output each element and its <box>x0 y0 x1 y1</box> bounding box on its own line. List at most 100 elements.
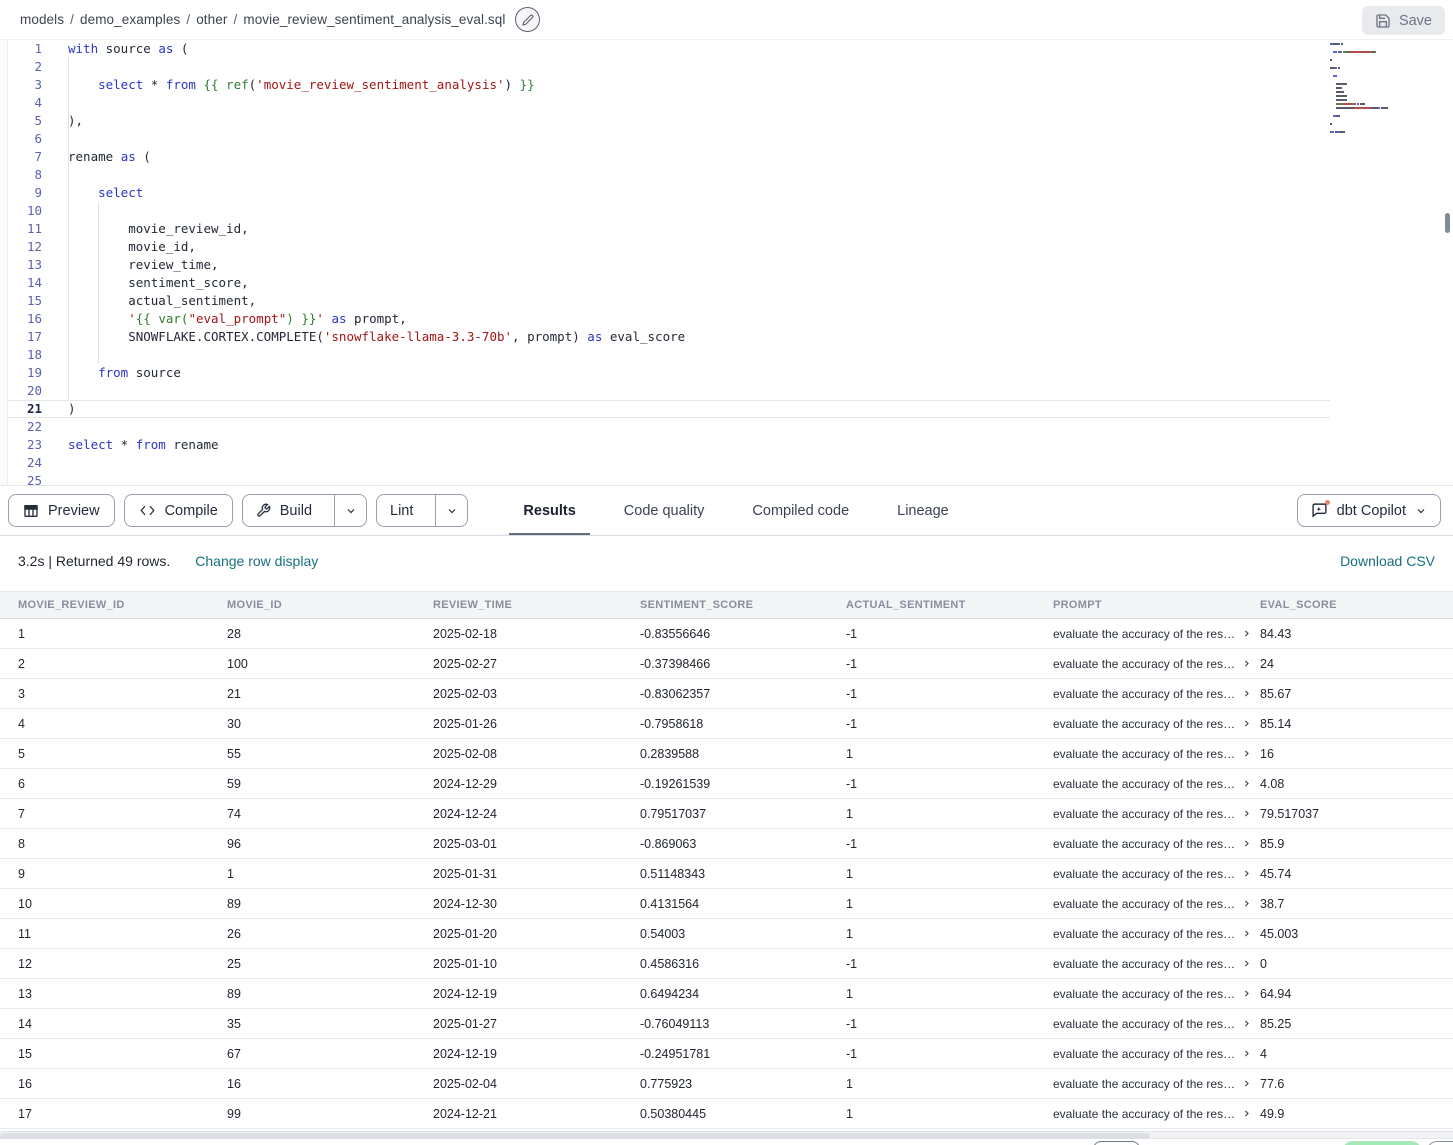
table-row[interactable]: 15672024-12-19-0.24951781-1evaluate the … <box>0 1039 1453 1069</box>
code-line[interactable]: rename as ( <box>68 148 1323 166</box>
code-line[interactable] <box>68 130 1323 148</box>
tab-compiled-code[interactable]: Compiled code <box>728 486 873 536</box>
code-line[interactable]: movie_id, <box>68 238 1323 256</box>
column-header[interactable]: SENTIMENT_SCORE <box>640 599 846 611</box>
compile-button[interactable]: Compile <box>124 494 233 527</box>
table-row[interactable]: 4302025-01-26-0.7958618-1evaluate the ac… <box>0 709 1453 739</box>
tab-lineage[interactable]: Lineage <box>873 486 973 536</box>
expand-prompt-icon[interactable] <box>1242 959 1251 968</box>
column-header[interactable]: EVAL_SCORE <box>1260 599 1453 611</box>
code-line[interactable]: select <box>68 184 1323 202</box>
expand-prompt-icon[interactable] <box>1242 689 1251 698</box>
table-row[interactable]: 13892024-12-190.64942341evaluate the acc… <box>0 979 1453 1009</box>
column-header[interactable]: ACTUAL_SENTIMENT <box>846 599 1053 611</box>
table-row[interactable]: 1282025-02-18-0.83556646-1evaluate the a… <box>0 619 1453 649</box>
expand-prompt-icon[interactable] <box>1242 989 1251 998</box>
code-line[interactable]: ), <box>68 112 1323 130</box>
code-line[interactable]: from source <box>68 364 1323 382</box>
expand-prompt-icon[interactable] <box>1242 629 1251 638</box>
table-row[interactable]: 14352025-01-27-0.76049113-1evaluate the … <box>0 1009 1453 1039</box>
code-line[interactable] <box>68 94 1323 112</box>
horizontal-scrollbar-thumb[interactable] <box>0 1133 1150 1139</box>
code-line[interactable]: with source as ( <box>68 40 1323 58</box>
table-row[interactable]: 12252025-01-100.4586316-1evaluate the ac… <box>0 949 1453 979</box>
lint-button[interactable]: Lint <box>377 495 426 526</box>
code-line[interactable]: SNOWFLAKE.CORTEX.COMPLETE('snowflake-lla… <box>68 328 1323 346</box>
code-line[interactable] <box>68 472 1323 490</box>
change-row-display-link[interactable]: Change row display <box>195 553 318 569</box>
code-line[interactable]: '{{ var("eval_prompt") }}' as prompt, <box>68 310 1323 328</box>
save-label: Save <box>1399 13 1432 29</box>
download-csv-link[interactable]: Download CSV <box>1340 553 1435 569</box>
horizontal-scrollbar[interactable] <box>0 1131 1453 1139</box>
code-line[interactable] <box>68 58 1323 76</box>
editor-scrollbar[interactable] <box>1445 40 1451 485</box>
tab-code-quality[interactable]: Code quality <box>600 486 729 536</box>
code-line[interactable]: ) <box>68 400 1323 418</box>
breadcrumb-segment[interactable]: other <box>196 12 227 27</box>
tab-results[interactable]: Results <box>499 486 599 536</box>
column-header[interactable]: MOVIE_ID <box>227 599 433 611</box>
column-header[interactable]: MOVIE_REVIEW_ID <box>18 599 227 611</box>
table-cell: 89 <box>227 897 433 911</box>
table-row[interactable]: 10892024-12-300.41315641evaluate the acc… <box>0 889 1453 919</box>
expand-prompt-icon[interactable] <box>1242 929 1251 938</box>
code-editor[interactable]: 1234567891011121314151617181920212223242… <box>0 40 1453 485</box>
table-cell: 1 <box>846 867 1053 881</box>
build-button[interactable]: Build <box>243 495 325 526</box>
table-row[interactable]: 6592024-12-29-0.19261539-1evaluate the a… <box>0 769 1453 799</box>
partial-green-button[interactable] <box>1342 1141 1422 1145</box>
expand-prompt-icon[interactable] <box>1242 659 1251 668</box>
code-line[interactable] <box>68 166 1323 184</box>
code-line[interactable]: movie_review_id, <box>68 220 1323 238</box>
save-button[interactable]: Save <box>1362 6 1445 35</box>
build-dropdown-button[interactable] <box>334 495 366 526</box>
table-row[interactable]: 7742024-12-240.795170371evaluate the acc… <box>0 799 1453 829</box>
code-line[interactable] <box>68 454 1323 472</box>
expand-prompt-icon[interactable] <box>1242 1109 1251 1118</box>
column-header[interactable]: REVIEW_TIME <box>433 599 640 611</box>
code-line[interactable] <box>68 382 1323 400</box>
breadcrumb-segment[interactable]: models <box>20 12 64 27</box>
expand-prompt-icon[interactable] <box>1242 749 1251 758</box>
code-line[interactable]: select * from {{ ref('movie_review_senti… <box>68 76 1323 94</box>
expand-prompt-icon[interactable] <box>1242 869 1251 878</box>
expand-prompt-icon[interactable] <box>1242 809 1251 818</box>
table-row[interactable]: 8962025-03-01-0.869063-1evaluate the acc… <box>0 829 1453 859</box>
copilot-chat-icon <box>1311 502 1328 519</box>
table-row[interactable]: 21002025-02-27-0.37398466-1evaluate the … <box>0 649 1453 679</box>
expand-prompt-icon[interactable] <box>1242 719 1251 728</box>
expand-prompt-icon[interactable] <box>1242 1049 1251 1058</box>
code-line[interactable] <box>68 346 1323 364</box>
table-row[interactable]: 3212025-02-03-0.83062357-1evaluate the a… <box>0 679 1453 709</box>
lint-dropdown-button[interactable] <box>435 495 467 526</box>
expand-prompt-icon[interactable] <box>1242 1019 1251 1028</box>
breadcrumb-segment[interactable]: demo_examples <box>80 12 180 27</box>
dbt-copilot-button[interactable]: dbt Copilot <box>1297 494 1441 527</box>
copilot-file-icon[interactable] <box>515 7 540 32</box>
expand-prompt-icon[interactable] <box>1242 779 1251 788</box>
column-header[interactable]: PROMPT <box>1053 599 1260 611</box>
code-line[interactable]: sentiment_score, <box>68 274 1323 292</box>
code-line[interactable] <box>68 202 1323 220</box>
line-number: 4 <box>8 94 42 112</box>
expand-prompt-icon[interactable] <box>1242 899 1251 908</box>
table-row[interactable]: 912025-01-310.511483431evaluate the accu… <box>0 859 1453 889</box>
expand-prompt-icon[interactable] <box>1242 839 1251 848</box>
editor-code[interactable]: with source as ( select * from {{ ref('m… <box>68 40 1323 490</box>
scrollbar-thumb[interactable] <box>1445 213 1450 233</box>
partial-button[interactable] <box>1093 1141 1140 1145</box>
table-row[interactable]: 17992024-12-210.503804451evaluate the ac… <box>0 1099 1453 1129</box>
table-row[interactable]: 5552025-02-080.28395881evaluate the accu… <box>0 739 1453 769</box>
code-line[interactable] <box>68 418 1323 436</box>
code-line[interactable]: review_time, <box>68 256 1323 274</box>
code-line[interactable]: actual_sentiment, <box>68 292 1323 310</box>
code-line[interactable]: select * from rename <box>68 436 1323 454</box>
table-row[interactable]: 11262025-01-200.540031evaluate the accur… <box>0 919 1453 949</box>
preview-button[interactable]: Preview <box>8 494 115 527</box>
expand-prompt-icon[interactable] <box>1242 1079 1251 1088</box>
partial-outline-button[interactable] <box>1427 1141 1453 1145</box>
table-row[interactable]: 16162025-02-040.7759231evaluate the accu… <box>0 1069 1453 1099</box>
editor-minimap[interactable] <box>1330 43 1425 143</box>
breadcrumb-segment[interactable]: movie_review_sentiment_analysis_eval.sql <box>243 12 505 27</box>
